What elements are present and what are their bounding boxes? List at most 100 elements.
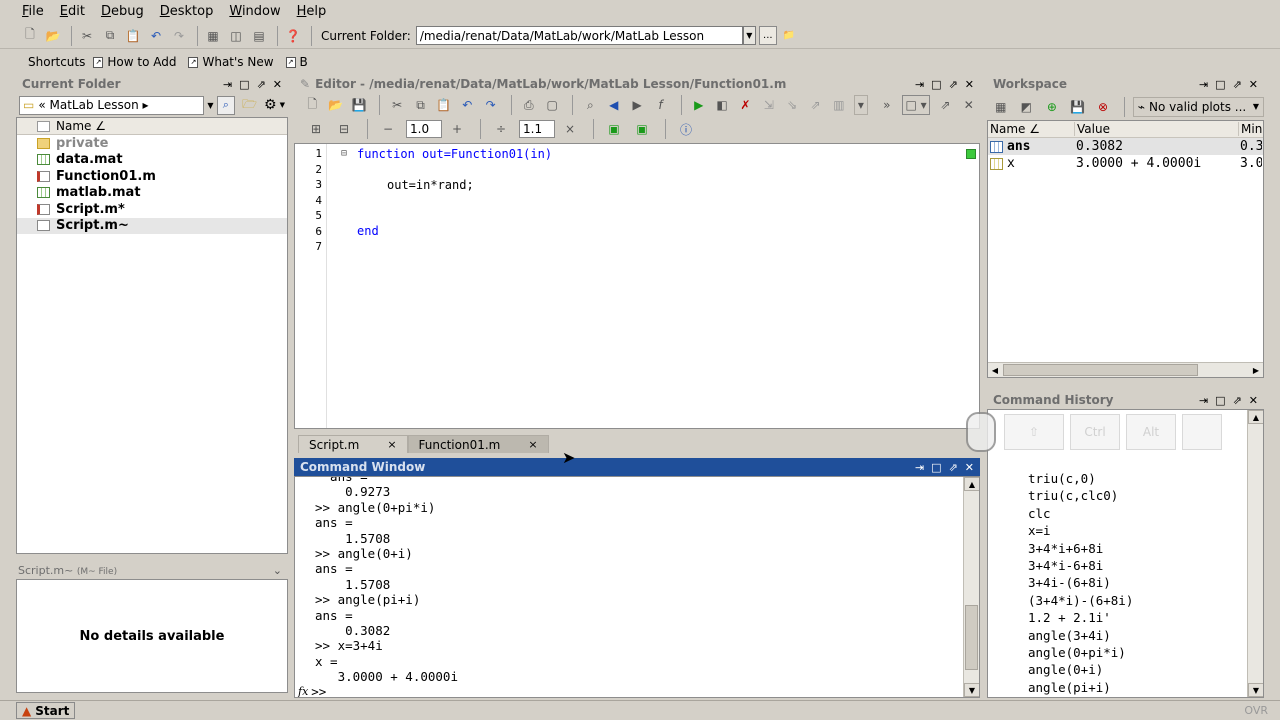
browse-folder-button[interactable]: ... — [758, 26, 777, 45]
menu-window[interactable]: Window — [221, 4, 288, 19]
prompt-row[interactable]: fx >> — [295, 684, 979, 697]
command-history-list[interactable]: ⇧ Ctrl Alt triu(c,0) triu(c,clc0) clc x=i 3+… — [987, 409, 1264, 698]
paste-icon[interactable]: 📋 — [436, 95, 452, 115]
cut-icon[interactable]: ✂ — [389, 95, 405, 115]
scroll-left-arrow[interactable]: ◀ — [988, 363, 1002, 377]
copy-icon[interactable]: ⧉ — [100, 26, 120, 46]
horizontal-scrollbar[interactable]: ◀ ▶ — [988, 362, 1263, 377]
cut-icon[interactable]: ✂ — [77, 26, 97, 46]
code-line[interactable] — [329, 193, 963, 209]
scroll-down-arrow[interactable]: ▼ — [964, 683, 979, 697]
maximize-icon[interactable]: □ — [1215, 78, 1225, 91]
maximize-icon[interactable]: □ — [931, 461, 941, 474]
vertical-scrollbar[interactable]: ▲ ▼ — [1247, 410, 1263, 697]
up-folder-icon[interactable]: 📁 — [780, 26, 798, 45]
maximize-icon[interactable]: □ — [931, 78, 941, 91]
workspace-row[interactable]: ans 0.3082 0.3 — [988, 138, 1263, 155]
scroll-up-arrow[interactable]: ▲ — [1248, 410, 1263, 424]
file-row[interactable]: Script.m* — [17, 201, 287, 218]
chevron-down-icon[interactable]: ⌄ — [273, 564, 282, 577]
menu-file[interactable]: File — [14, 4, 52, 19]
pin-icon[interactable]: ⇗ — [1233, 78, 1242, 91]
plus-icon[interactable]: + — [447, 119, 467, 139]
workspace-row[interactable]: x 3.0000 + 4.0000i 3.0 — [988, 155, 1263, 172]
new-variable-icon[interactable]: ▦ — [991, 97, 1011, 117]
continue-icon[interactable]: ▥ — [831, 95, 847, 115]
save-workspace-icon[interactable]: 💾 — [1068, 97, 1088, 117]
code-line[interactable] — [329, 208, 963, 224]
close-icon[interactable]: × — [528, 438, 537, 451]
redo-icon[interactable]: ↷ — [169, 26, 189, 46]
file-row[interactable]: Function01.m — [17, 168, 287, 185]
command-output[interactable]: ans = 0.9273 >> angle(0+pi*i) ans = 1.5708… — [294, 476, 980, 698]
run-icon[interactable]: ▶ — [691, 95, 707, 115]
cell-divide-input[interactable]: 1.1 — [519, 120, 555, 138]
import-data-icon[interactable]: ⊕ — [1042, 97, 1062, 117]
eval-advance-icon[interactable]: ▣ — [632, 119, 652, 139]
undock-icon[interactable]: ⇥ — [915, 78, 924, 91]
open-file-icon[interactable]: 📂 — [327, 95, 343, 115]
binoculars-icon[interactable]: ⌕ — [582, 95, 598, 115]
new-file-icon[interactable]: 🗋 — [304, 95, 320, 115]
step-icon[interactable]: ⇲ — [761, 95, 777, 115]
close-icon[interactable]: × — [387, 438, 396, 451]
editor-tab[interactable]: Function01.m × — [407, 435, 549, 453]
history-item[interactable]: 3+4*i+6+8i — [988, 541, 1263, 558]
history-item[interactable]: 3+4*i-6+8i — [988, 558, 1263, 575]
pin-icon[interactable]: ⇗ — [937, 95, 953, 115]
file-row[interactable]: Script.m~ — [17, 217, 287, 234]
minus-icon[interactable]: − — [378, 119, 398, 139]
delete-variable-icon[interactable]: ⊗ — [1093, 97, 1113, 117]
start-button[interactable]: ▲ Start — [16, 702, 76, 719]
pin-icon[interactable]: ⇗ — [1233, 394, 1242, 407]
history-item[interactable]: x=i — [988, 523, 1263, 540]
plot-selector[interactable]: ⌁ No valid plots ... ▼ — [1132, 96, 1265, 117]
close-icon[interactable]: ✕ — [961, 95, 977, 115]
step-out-icon[interactable]: ⇗ — [807, 95, 823, 115]
maximize-icon[interactable]: □ — [1215, 394, 1225, 407]
breakpoint-marker[interactable]: - — [317, 179, 323, 190]
undo-icon[interactable]: ↶ — [146, 26, 166, 46]
breakpoint-marker[interactable]: - — [317, 226, 323, 237]
cell-value-input[interactable]: 1.0 — [406, 120, 442, 138]
code-line[interactable]: - out=in*rand; — [317, 177, 963, 193]
gear-icon[interactable]: ⚙ — [264, 97, 277, 113]
history-item[interactable]: 1.2 + 2.1i' — [988, 610, 1263, 627]
close-icon[interactable]: ✕ — [273, 78, 282, 91]
history-item[interactable]: triu(c,0) — [988, 471, 1263, 488]
file-list-header[interactable]: Name ∠ — [17, 118, 287, 135]
pin-icon[interactable]: ⇗ — [949, 461, 958, 474]
file-row[interactable]: private — [17, 135, 287, 152]
breadcrumb[interactable]: ▭ « MatLab Lesson ▸ — [19, 95, 205, 115]
column-header[interactable]: Name ∠ — [988, 122, 1074, 136]
column-header[interactable]: Value — [1074, 122, 1238, 136]
current-folder-input[interactable]: /media/renat/Data/MatLab/work/MatLab Les… — [415, 26, 743, 45]
maximize-icon[interactable]: □ — [239, 78, 249, 91]
history-item[interactable]: (3+4*i)-(6+8i) — [988, 593, 1263, 610]
history-item[interactable]: clc — [988, 506, 1263, 523]
simulink-icon[interactable]: ▦ — [203, 26, 223, 46]
history-item[interactable]: x=3+4i — [988, 697, 1263, 698]
code-line[interactable] — [329, 239, 963, 255]
scroll-down-arrow[interactable]: ▼ — [1248, 683, 1263, 697]
history-item[interactable]: angle(3+4i) — [988, 628, 1263, 645]
paste-icon[interactable]: 📋 — [123, 26, 143, 46]
breakpoint-icon[interactable]: ◧ — [714, 95, 730, 115]
guide-icon[interactable]: ◫ — [226, 26, 246, 46]
editor-tab[interactable]: Script.m × — [298, 435, 408, 453]
pin-icon[interactable]: ⇗ — [949, 78, 958, 91]
function-browser-icon[interactable]: fx — [298, 685, 308, 697]
code-line[interactable]: - end — [317, 224, 963, 240]
close-icon[interactable]: ✕ — [965, 78, 974, 91]
code-line[interactable] — [329, 162, 963, 178]
menu-debug[interactable]: Debug — [93, 4, 152, 19]
undock-icon[interactable]: ⇥ — [1199, 78, 1208, 91]
insert-cell-icon[interactable]: ⊞ — [306, 119, 326, 139]
stack-dropdown[interactable]: ▾ — [854, 95, 868, 115]
function-icon[interactable]: f — [652, 95, 668, 115]
cell-mode-icon[interactable]: ⊟ — [334, 119, 354, 139]
fold-icon[interactable]: ⊟ — [341, 148, 347, 159]
undock-icon[interactable]: ⇥ — [915, 461, 924, 474]
open-variable-icon[interactable]: ◩ — [1017, 97, 1037, 117]
open-file-icon[interactable]: 📂 — [43, 26, 63, 46]
